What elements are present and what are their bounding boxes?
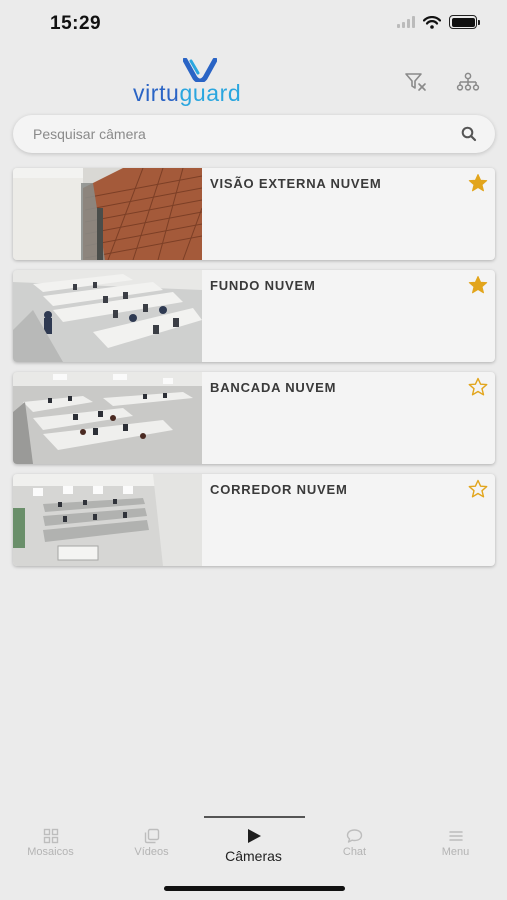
bottom-tab-bar: Mosaicos Vídeos Câmeras Chat Menu — [0, 816, 507, 876]
camera-thumbnail — [13, 168, 202, 260]
tab-label: Chat — [342, 846, 367, 858]
logo-text-guard: guard — [179, 80, 242, 106]
search-bar — [13, 115, 495, 153]
logo-v-icon — [183, 58, 217, 82]
tab-label: Vídeos — [134, 846, 169, 858]
camera-thumbnail — [13, 372, 202, 464]
cellular-signal-icon — [397, 16, 415, 28]
status-bar: 15:29 — [0, 0, 507, 48]
search-input[interactable] — [33, 115, 453, 153]
camera-card[interactable]: CORREDOR NUVEM — [13, 474, 495, 566]
camera-list: VISÃO EXTERNA NUVEM FUNDO NUVEM BANCADA … — [13, 168, 495, 576]
camera-name: VISÃO EXTERNA NUVEM — [210, 176, 382, 191]
status-time: 15:29 — [50, 13, 102, 34]
camera-card[interactable]: BANCADA NUVEM — [13, 372, 495, 464]
tab-mosaicos[interactable]: Mosaicos — [0, 816, 101, 876]
logo-text-virtu: virtu — [133, 80, 180, 106]
favorite-star-outline-icon[interactable] — [468, 377, 488, 397]
status-icons — [397, 15, 480, 29]
tab-menu[interactable]: Menu — [405, 816, 506, 876]
favorite-star-outline-icon[interactable] — [468, 479, 488, 499]
favorite-star-filled-icon[interactable] — [468, 275, 488, 295]
play-icon — [247, 829, 261, 843]
tab-label: Menu — [441, 846, 470, 858]
camera-name: BANCADA NUVEM — [210, 380, 337, 395]
tab-cameras[interactable]: Câmeras — [203, 816, 304, 876]
videos-icon — [144, 828, 159, 844]
grid-icon — [43, 828, 58, 844]
menu-icon — [448, 831, 463, 841]
tab-videos[interactable]: Vídeos — [101, 816, 202, 876]
camera-card[interactable]: FUNDO NUVEM — [13, 270, 495, 362]
hierarchy-button[interactable] — [454, 68, 482, 96]
hierarchy-icon — [456, 72, 480, 91]
tab-label: Câmeras — [225, 848, 282, 864]
camera-name: CORREDOR NUVEM — [210, 482, 348, 497]
tab-chat[interactable]: Chat — [304, 816, 405, 876]
home-indicator[interactable] — [164, 886, 345, 891]
favorite-star-filled-icon[interactable] — [468, 173, 488, 193]
search-icon[interactable] — [461, 126, 477, 142]
camera-thumbnail — [13, 474, 202, 566]
camera-card[interactable]: VISÃO EXTERNA NUVEM — [13, 168, 495, 260]
camera-name: FUNDO NUVEM — [210, 278, 316, 293]
app-header: virtuguard — [0, 55, 507, 110]
clear-filter-button[interactable] — [402, 68, 430, 96]
wifi-icon — [423, 15, 441, 29]
camera-thumbnail — [13, 270, 202, 362]
filter-clear-icon — [405, 73, 426, 91]
logo-text: virtuguard — [133, 80, 241, 107]
tab-label: Mosaicos — [27, 846, 74, 858]
battery-icon — [449, 15, 480, 29]
chat-icon — [346, 829, 363, 843]
app-logo: virtuguard — [133, 58, 273, 106]
